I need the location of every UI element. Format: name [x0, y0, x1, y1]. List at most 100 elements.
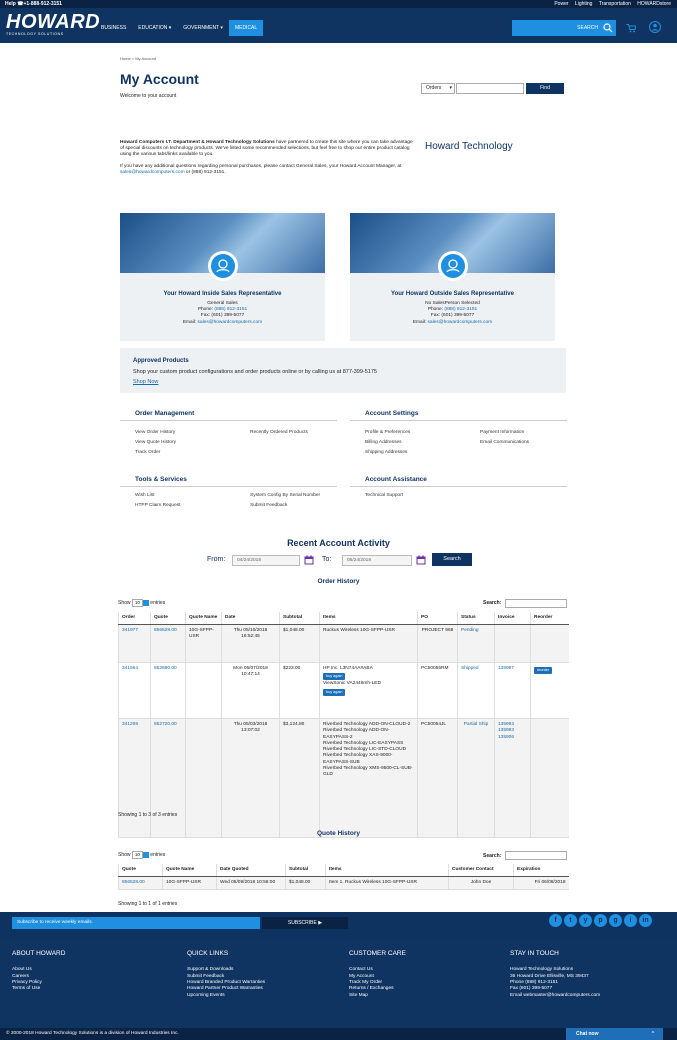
to-date-input[interactable]: 05/24/2018	[342, 555, 412, 566]
sales-email-link[interactable]: sales@howardcomputers.com	[120, 170, 185, 175]
reorder-button[interactable]: reorder	[534, 667, 553, 675]
howard-logo[interactable]: HOWARD	[6, 12, 100, 32]
nav-government[interactable]: GOVERNMENT ▾	[177, 20, 229, 36]
link-recently-ordered[interactable]: Recently Ordered Products	[250, 430, 308, 436]
invoice-link[interactable]: 135997	[498, 666, 514, 671]
order-link[interactable]: 341564	[122, 666, 138, 671]
col-invoice[interactable]: Invoice	[494, 612, 531, 626]
quote-search-input[interactable]	[505, 851, 567, 860]
subscribe-button[interactable]: SUBSCRIBE ▶	[262, 917, 348, 929]
footer-link[interactable]: Terms of Use	[12, 986, 65, 992]
calendar-icon[interactable]	[304, 555, 314, 565]
link-email-communications[interactable]: Email Communications	[480, 440, 529, 446]
subscribe-email-input[interactable]: Subscribe to receive weekly emails.	[12, 917, 260, 929]
col-subtotal[interactable]: Subtotal	[285, 864, 326, 878]
chat-now-button[interactable]: Chat now ⌃	[566, 1028, 663, 1040]
buy-again-button[interactable]: buy again	[323, 688, 346, 696]
topbar-link-power[interactable]: Power	[554, 1, 568, 7]
inside-phone-link[interactable]: (888) 912-3151	[214, 307, 247, 312]
link-view-order-history[interactable]: View Order History	[135, 430, 175, 436]
link-billing-addresses[interactable]: Billing Addresses	[365, 440, 402, 446]
account-icon[interactable]	[649, 21, 661, 33]
col-date-quoted[interactable]: Date Quoted	[216, 864, 286, 878]
buy-again-button[interactable]: buy again	[323, 673, 346, 681]
col-subtotal[interactable]: Subtotal	[279, 612, 320, 626]
facebook-icon[interactable]: f	[549, 914, 562, 927]
site-search-input[interactable]: SEARCH	[512, 20, 616, 36]
instagram-icon[interactable]: i	[624, 914, 637, 927]
topbar-link-howardstore[interactable]: HOWARDstore	[637, 1, 671, 7]
col-date[interactable]: Date	[221, 612, 280, 626]
link-wish-list[interactable]: Wish List	[135, 493, 154, 499]
youtube-icon[interactable]: y	[579, 914, 592, 927]
select-arrow-icon[interactable]	[142, 599, 149, 606]
from-date-input[interactable]: 04/24/2018	[232, 555, 300, 566]
footer-link[interactable]: Howard Partner Product Warranties	[187, 986, 265, 992]
outside-email-link[interactable]: sales@howardcomputers.com	[428, 320, 493, 325]
quote-link[interactable]: 856528.00	[122, 880, 145, 885]
link-technical-support[interactable]: Technical Support	[365, 493, 403, 499]
link-submit-feedback[interactable]: Submit Feedback	[250, 503, 287, 509]
status-link[interactable]: Partial Ship	[464, 722, 489, 727]
col-customer-contact[interactable]: Customer Contact	[448, 864, 514, 878]
link-system-config[interactable]: System Config By Serial Number	[250, 493, 320, 499]
col-order[interactable]: Order	[118, 612, 151, 626]
order-search-input[interactable]	[505, 599, 567, 608]
inside-email-link[interactable]: sales@howardcomputers.com	[198, 320, 263, 325]
col-reorder[interactable]: Reorder	[530, 612, 569, 626]
col-quote-name[interactable]: Quote Name	[185, 612, 222, 626]
status-link[interactable]: Shipped	[461, 666, 479, 671]
link-profile-preferences[interactable]: Profile & Preferences	[365, 430, 410, 436]
entries-select[interactable]: 10	[131, 599, 143, 607]
orders-select[interactable]: Orders ▾	[421, 83, 455, 94]
invoice-link[interactable]: 135993	[498, 722, 514, 727]
col-quote[interactable]: Quote	[118, 864, 163, 878]
footer-link[interactable]: Site Map	[349, 993, 406, 999]
quote-link[interactable]: 856528.00	[154, 628, 177, 633]
topbar-link-lighting[interactable]: Lighting	[575, 1, 593, 7]
quote-link[interactable]: 852720.00	[154, 722, 177, 727]
link-shipping-addresses[interactable]: Shipping Addresses	[365, 450, 407, 456]
find-button[interactable]: Find	[526, 83, 564, 94]
nav-medical[interactable]: MEDICAL	[228, 20, 264, 36]
invoice-link[interactable]: 135993	[498, 728, 514, 733]
col-items[interactable]: Items	[325, 864, 449, 878]
nav-business[interactable]: BUSINESS	[95, 20, 132, 36]
select-arrow-icon[interactable]	[142, 851, 149, 858]
topbar-link-transportation[interactable]: Transportation	[599, 1, 631, 7]
col-items[interactable]: Items	[319, 612, 418, 626]
footer-link[interactable]: Upcoming Events	[187, 993, 265, 999]
col-quote-name[interactable]: Quote Name	[162, 864, 217, 878]
linkedin-icon[interactable]: in	[639, 914, 652, 927]
find-input[interactable]	[456, 83, 524, 94]
invoice-link[interactable]: 135906	[498, 735, 514, 740]
outside-phone-link[interactable]: (888) 912-3151	[444, 307, 477, 312]
help-phone[interactable]: Help ☎+1-888-912-3151	[5, 0, 62, 8]
link-htpp-claim[interactable]: HTPP Claim Request	[135, 503, 181, 509]
col-po[interactable]: PO	[417, 612, 458, 626]
breadcrumb[interactable]: Home > My Account	[120, 56, 156, 61]
col-expiration[interactable]: Expiration	[513, 864, 569, 878]
col-quote[interactable]: Quote	[150, 612, 186, 626]
googleplus-icon[interactable]: g	[609, 914, 622, 927]
order-link[interactable]: 341977	[122, 628, 138, 633]
pinterest-icon[interactable]: p	[594, 914, 607, 927]
brand-heading: Howard Technology	[425, 141, 513, 152]
cart-icon[interactable]	[626, 23, 636, 33]
activity-search-button[interactable]: Search	[432, 553, 472, 566]
link-track-order[interactable]: Track Order	[135, 450, 160, 456]
link-view-quote-history[interactable]: View Quote History	[135, 440, 176, 446]
link-payment-information[interactable]: Payment Information	[480, 430, 524, 436]
twitter-icon[interactable]: t	[564, 914, 577, 927]
entries-select[interactable]: 10	[131, 851, 143, 859]
shop-now-link[interactable]: Shop Now	[133, 379, 553, 386]
calendar-icon[interactable]	[416, 555, 426, 565]
quote-link[interactable]: 852680.00	[154, 666, 177, 671]
table-row: 341977 856528.00 10G-SFPP-USR Thu 05/10/…	[118, 624, 569, 664]
nav-education[interactable]: EDUCATION ▾	[132, 20, 177, 36]
order-link[interactable]: 341269	[122, 722, 138, 727]
status-link[interactable]: Pending	[461, 628, 479, 633]
col-status[interactable]: Status	[457, 612, 495, 626]
search-icon[interactable]	[603, 23, 613, 33]
footer-text[interactable]: Email webmaster@howardcomputers.com	[510, 993, 600, 999]
